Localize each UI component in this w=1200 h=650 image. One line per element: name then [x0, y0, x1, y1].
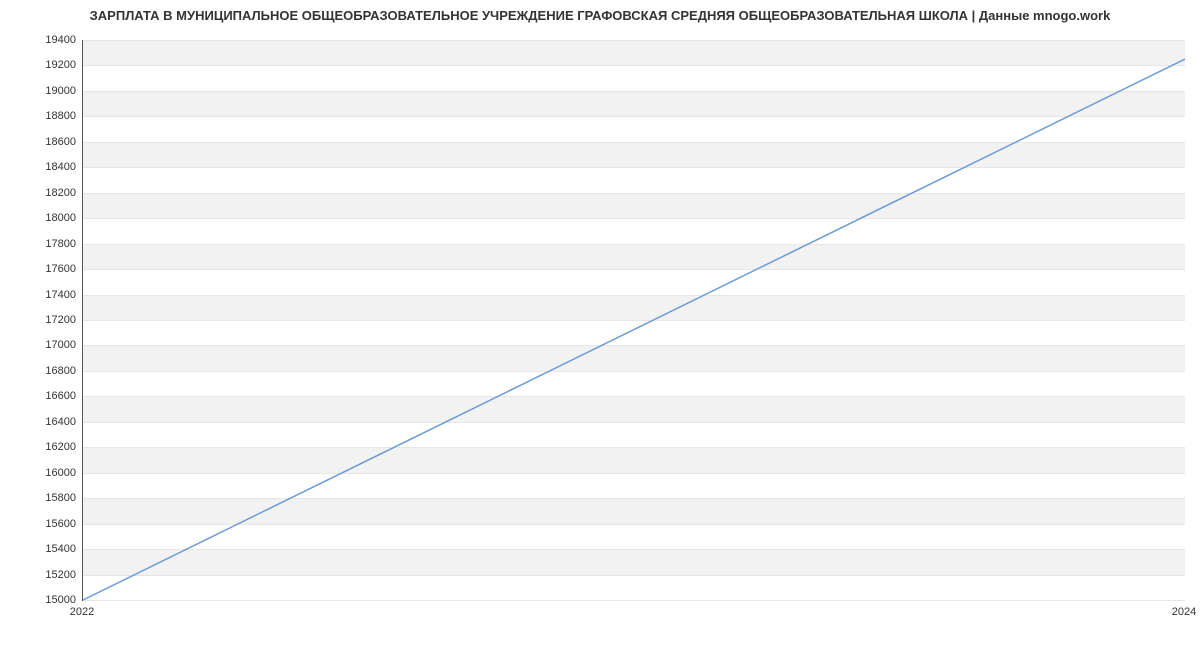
y-axis-tick: 17600 [4, 263, 76, 275]
series-line [83, 59, 1185, 600]
y-axis-tick: 17000 [4, 339, 76, 351]
grid-line [83, 600, 1185, 601]
chart-line-layer [83, 40, 1185, 600]
y-axis-tick: 16200 [4, 441, 76, 453]
chart-container: ЗАРПЛАТА В МУНИЦИПАЛЬНОЕ ОБЩЕОБРАЗОВАТЕЛ… [0, 0, 1200, 650]
y-axis-tick: 15800 [4, 492, 76, 504]
y-axis-tick: 17200 [4, 314, 76, 326]
y-axis-tick: 15600 [4, 518, 76, 530]
y-axis-tick: 17400 [4, 289, 76, 301]
x-axis-tick: 2024 [1172, 606, 1196, 618]
y-axis-tick: 16000 [4, 467, 76, 479]
y-axis-tick: 18200 [4, 187, 76, 199]
y-axis-tick: 18600 [4, 136, 76, 148]
y-axis-tick: 16400 [4, 416, 76, 428]
y-axis-tick: 15400 [4, 543, 76, 555]
y-axis-tick: 16800 [4, 365, 76, 377]
y-axis-tick: 15000 [4, 594, 76, 606]
y-axis-tick: 16600 [4, 390, 76, 402]
y-axis-tick: 19400 [4, 34, 76, 46]
y-axis-tick: 18400 [4, 161, 76, 173]
x-axis-tick: 2022 [70, 606, 94, 618]
y-axis-tick: 18000 [4, 212, 76, 224]
chart-title: ЗАРПЛАТА В МУНИЦИПАЛЬНОЕ ОБЩЕОБРАЗОВАТЕЛ… [0, 8, 1200, 23]
y-axis-tick: 18800 [4, 110, 76, 122]
y-axis-tick: 17800 [4, 238, 76, 250]
y-axis-tick: 19200 [4, 59, 76, 71]
y-axis-tick: 15200 [4, 569, 76, 581]
y-axis-tick: 19000 [4, 85, 76, 97]
plot-area [82, 40, 1185, 601]
